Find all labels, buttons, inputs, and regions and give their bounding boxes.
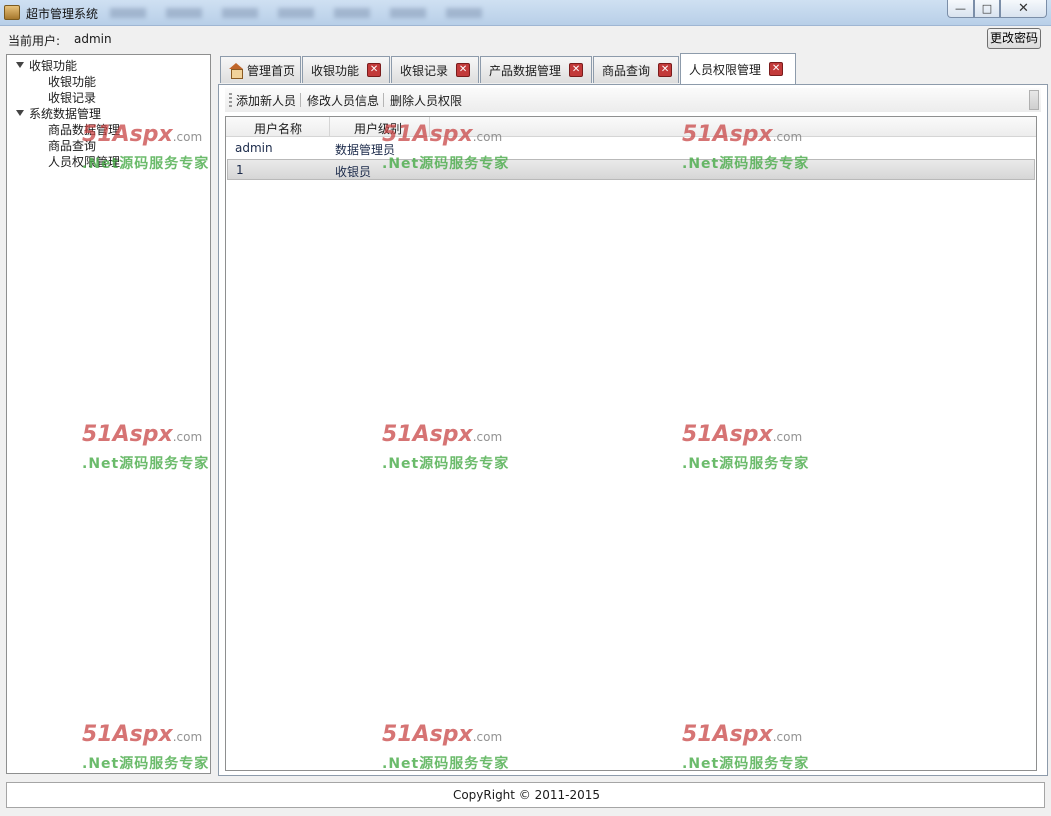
cell-level: 收银员 — [335, 165, 372, 179]
maximize-icon: □ — [981, 2, 993, 15]
blurred-menu — [110, 8, 500, 18]
toolbar-separator — [300, 93, 301, 107]
tab-staff-permissions[interactable]: 人员权限管理 ✕ — [680, 53, 796, 84]
column-divider[interactable] — [429, 117, 430, 137]
grid-header: 用户名称 用户级别 — [226, 117, 1036, 137]
cell-level: 数据管理员 — [335, 143, 396, 157]
toolbar-overflow-button[interactable] — [1029, 90, 1039, 110]
copyright-text: CopyRight © 2011-2015 — [452, 788, 601, 802]
expand-arrow-icon[interactable] — [16, 62, 24, 68]
expand-arrow-icon[interactable] — [16, 110, 24, 116]
navigation-tree: 收银功能 收银功能 收银记录 系统数据管理 商品数据管理 商品查询 人员权限管理 — [6, 54, 211, 774]
edit-staff-button[interactable]: 修改人员信息 — [307, 92, 379, 109]
tab-label: 收银功能 — [311, 63, 360, 78]
tree-item-staff-permissions[interactable]: 人员权限管理 — [48, 153, 120, 170]
user-bar: 当前用户: admin 更改密码 — [0, 26, 1051, 52]
tab-label: 管理首页 — [247, 63, 296, 78]
title-bar: 超市管理系统 — □ ✕ — [0, 0, 1051, 26]
tab-content: 添加新人员 修改人员信息 删除人员权限 用户名称 用户级别 admin 数据管理… — [218, 84, 1048, 776]
tree-item-cashier[interactable]: 收银功能 — [48, 73, 96, 90]
tab-label: 收银记录 — [400, 63, 449, 78]
close-button[interactable]: ✕ — [1000, 0, 1047, 18]
tree-item-cashier-records[interactable]: 收银记录 — [48, 89, 96, 106]
close-icon: ✕ — [1018, 1, 1029, 16]
minimize-icon: — — [955, 2, 966, 15]
change-password-button[interactable]: 更改密码 — [987, 28, 1041, 49]
tab-product-search[interactable]: 商品查询 ✕ — [593, 56, 679, 83]
tree-item-product-data[interactable]: 商品数据管理 — [48, 121, 120, 138]
tab-strip: 管理首页 收银功能 ✕ 收银记录 ✕ 产品数据管理 ✕ 商品查询 ✕ 人员权限管… — [218, 53, 1048, 84]
minimize-button[interactable]: — — [947, 0, 974, 18]
table-row[interactable]: admin 数据管理员 — [227, 138, 1035, 159]
tab-close-icon[interactable]: ✕ — [456, 63, 471, 77]
column-header-username[interactable]: 用户名称 — [254, 120, 302, 137]
toolbar: 添加新人员 修改人员信息 删除人员权限 — [225, 88, 1041, 112]
cell-username: 1 — [236, 163, 244, 177]
add-staff-button[interactable]: 添加新人员 — [236, 92, 296, 109]
current-user-label: 当前用户: — [8, 34, 61, 48]
cell-username: admin — [235, 141, 273, 155]
status-bar: CopyRight © 2011-2015 — [6, 782, 1045, 808]
tab-home[interactable]: 管理首页 — [220, 56, 301, 83]
table-row-selected[interactable]: 1 收银员 — [227, 159, 1035, 180]
tab-cashier[interactable]: 收银功能 ✕ — [302, 56, 390, 83]
tree-group-system-data[interactable]: 系统数据管理 — [29, 105, 101, 122]
window-controls: — □ ✕ — [947, 0, 1047, 18]
home-icon — [229, 63, 243, 79]
window-title: 超市管理系统 — [26, 7, 99, 21]
app-icon — [4, 5, 20, 20]
current-user-name: admin — [74, 32, 112, 46]
column-divider[interactable] — [329, 117, 330, 137]
staff-grid: 用户名称 用户级别 admin 数据管理员 1 收银员 — [225, 116, 1037, 771]
tab-close-icon[interactable]: ✕ — [569, 63, 584, 77]
column-header-level[interactable]: 用户级别 — [354, 120, 402, 137]
tab-label: 产品数据管理 — [489, 63, 562, 78]
tab-close-icon[interactable]: ✕ — [658, 63, 673, 77]
toolbar-separator — [383, 93, 384, 107]
toolbar-grip[interactable] — [229, 93, 232, 107]
delete-permission-button[interactable]: 删除人员权限 — [390, 92, 462, 109]
tab-label: 人员权限管理 — [689, 62, 762, 77]
tree-group-cashier[interactable]: 收银功能 — [29, 57, 77, 74]
tab-close-icon[interactable]: ✕ — [769, 62, 784, 76]
tree-item-product-search[interactable]: 商品查询 — [48, 137, 96, 154]
tab-cashier-records[interactable]: 收银记录 ✕ — [391, 56, 479, 83]
tab-product-data[interactable]: 产品数据管理 ✕ — [480, 56, 592, 83]
tab-close-icon[interactable]: ✕ — [367, 63, 382, 77]
maximize-button[interactable]: □ — [974, 0, 1000, 18]
tab-label: 商品查询 — [602, 63, 651, 78]
